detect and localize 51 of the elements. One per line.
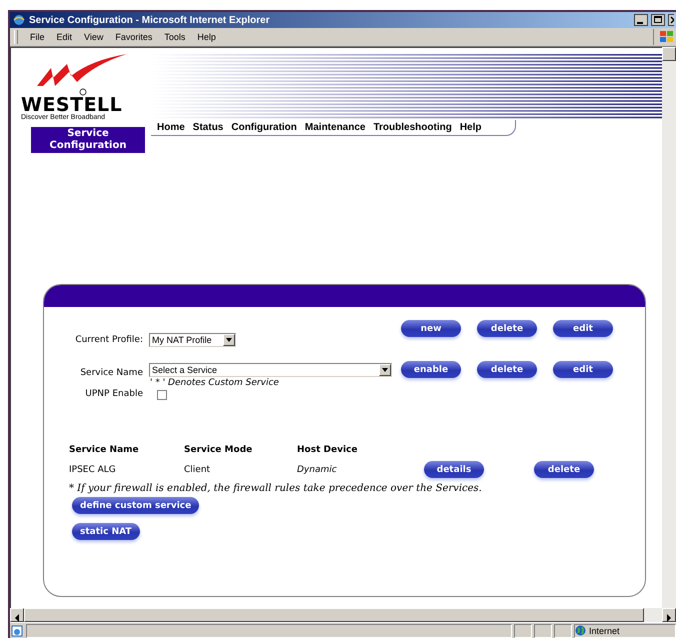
field-label: Current Profile: bbox=[74, 334, 144, 347]
edit-button[interactable]: edit bbox=[553, 320, 613, 337]
column-header: Service Mode bbox=[184, 445, 254, 455]
maximize-icon[interactable] bbox=[651, 14, 665, 26]
menu-item[interactable]: View bbox=[78, 32, 110, 42]
column-header: Host Device bbox=[297, 445, 358, 455]
enable-button[interactable]: enable bbox=[401, 361, 461, 378]
table-cell-text: IPSEC ALG bbox=[69, 464, 117, 474]
field-label: UPNP Enable bbox=[84, 389, 144, 399]
status-panel bbox=[514, 624, 532, 638]
minimize-icon[interactable] bbox=[634, 14, 648, 26]
column-header: Service Name bbox=[69, 445, 140, 455]
details-button[interactable]: details bbox=[424, 461, 484, 478]
upnp-checkbox[interactable] bbox=[157, 390, 167, 400]
nav-link[interactable]: Maintenance bbox=[300, 122, 370, 133]
status-panel bbox=[554, 624, 572, 638]
firewall-footnote: * If your firewall is enabled, the firewall rules take precedence over the Services. bbox=[69, 483, 483, 494]
logo-wordmark: WESTELL bbox=[21, 96, 122, 114]
delete-button[interactable]: delete bbox=[477, 361, 537, 378]
page-icon bbox=[10, 624, 24, 636]
status-panel bbox=[534, 624, 552, 638]
caret-icon bbox=[382, 368, 388, 372]
window-title: Service Configuration - Microsoft Internet Explorer bbox=[29, 14, 271, 26]
menu-item[interactable]: Favorites bbox=[109, 32, 158, 42]
profile-dropdown[interactable]: My NAT Profile bbox=[149, 333, 236, 347]
zone-label: Internet bbox=[589, 626, 620, 636]
globe-icon bbox=[575, 625, 586, 636]
table-cell-text: Client bbox=[184, 464, 212, 474]
service-dropdown[interactable]: Select a Service bbox=[149, 362, 392, 376]
nav-link[interactable]: Configuration bbox=[227, 122, 301, 133]
nav-link[interactable]: Troubleshooting bbox=[369, 122, 456, 133]
caret-icon bbox=[226, 338, 232, 342]
menu-item[interactable]: Help bbox=[191, 32, 222, 42]
edit-button[interactable]: edit bbox=[553, 361, 613, 378]
table-cell-text: Dynamic bbox=[297, 464, 338, 474]
nav-link[interactable]: Home bbox=[153, 122, 189, 133]
field-label: Service Name bbox=[79, 367, 144, 378]
menu-item[interactable]: Edit bbox=[50, 32, 78, 42]
menu-item[interactable]: Tools bbox=[158, 32, 192, 42]
nav-link[interactable]: Status bbox=[188, 122, 228, 133]
delete-button[interactable]: delete bbox=[477, 320, 537, 337]
page-label: Service Configuration bbox=[31, 127, 145, 153]
static-nat-button[interactable]: static NAT bbox=[72, 523, 140, 540]
define-custom-service-button[interactable]: define custom service bbox=[72, 497, 200, 514]
nav-link[interactable]: Help bbox=[456, 122, 486, 133]
close-icon[interactable] bbox=[668, 14, 674, 26]
menu-item[interactable]: File bbox=[24, 32, 51, 42]
custom-service-note: ' * ' Denotes Custom Service bbox=[150, 378, 280, 388]
new-button[interactable]: new bbox=[401, 320, 461, 337]
browser-icon bbox=[12, 14, 26, 26]
delete-button[interactable]: delete bbox=[534, 461, 594, 478]
